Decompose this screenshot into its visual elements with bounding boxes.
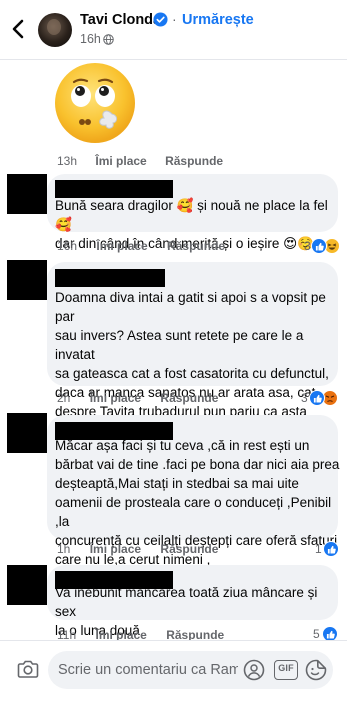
comment-meta: 2h Îmi place Răspunde bbox=[57, 391, 218, 405]
comment-input-pill[interactable]: GIF bbox=[48, 651, 333, 689]
camera-icon[interactable] bbox=[17, 659, 39, 679]
comment-bubble: Doamna diva intai a gatit si apoi s a vo… bbox=[47, 262, 338, 438]
comment-composer: GIF bbox=[0, 640, 347, 717]
separator-dot: · bbox=[172, 11, 177, 27]
globe-icon bbox=[103, 34, 114, 45]
comment-meta: 16h Îmi place Răspunde bbox=[57, 239, 225, 253]
commenter-avatar[interactable] bbox=[7, 260, 47, 300]
reaction-count[interactable]: 5 bbox=[313, 627, 320, 641]
reaction-count[interactable]: 1 bbox=[315, 542, 322, 556]
like-reaction-icon bbox=[311, 238, 327, 254]
commenter-avatar[interactable] bbox=[7, 565, 47, 605]
kissing-face-emoji bbox=[55, 63, 135, 143]
back-arrow-icon[interactable] bbox=[8, 18, 30, 40]
like-reaction-icon bbox=[323, 541, 339, 557]
reply-button[interactable]: Răspunde bbox=[160, 391, 218, 405]
comment-time[interactable]: 2h bbox=[57, 391, 70, 405]
post-header: Tavi Clonda · Urmărește 16h bbox=[0, 0, 347, 60]
comment-input[interactable] bbox=[58, 651, 238, 689]
reaction-count[interactable]: 3 bbox=[301, 391, 308, 405]
reaction-count[interactable]: 3 bbox=[304, 239, 311, 253]
comment-time[interactable]: 13h bbox=[57, 154, 77, 168]
redacted-name bbox=[55, 269, 165, 287]
post-time[interactable]: 16h bbox=[80, 32, 101, 46]
gif-label: GIF bbox=[278, 663, 294, 673]
comment-meta: 1h Îmi place Răspunde bbox=[57, 542, 218, 556]
author-avatar[interactable] bbox=[38, 13, 72, 47]
author-name[interactable]: Tavi Clonda bbox=[80, 12, 161, 28]
reply-button[interactable]: Răspunde bbox=[165, 154, 223, 168]
like-button[interactable]: Îmi place bbox=[95, 154, 146, 168]
reply-button[interactable]: Răspunde bbox=[167, 239, 225, 253]
reply-button[interactable]: Răspunde bbox=[160, 542, 218, 556]
like-button[interactable]: Îmi place bbox=[90, 391, 141, 405]
like-reaction-icon bbox=[309, 390, 325, 406]
avatar-sticker-icon[interactable] bbox=[243, 659, 265, 681]
verified-badge-icon bbox=[153, 12, 168, 27]
like-button[interactable]: Îmi place bbox=[90, 542, 141, 556]
commenter-avatar[interactable] bbox=[7, 413, 47, 453]
comment-time[interactable]: 1h bbox=[57, 542, 70, 556]
comment-bubble: Va inebunit mâncarea toată ziua mâncare … bbox=[47, 565, 338, 638]
gif-icon[interactable]: GIF bbox=[274, 659, 298, 681]
comment-time[interactable]: 16h bbox=[57, 239, 77, 253]
sticker-icon[interactable] bbox=[305, 659, 327, 681]
post-comment-meta: 13h Îmi place Răspunde bbox=[57, 154, 223, 168]
comment-bubble: Bună seara dragilor 🥰 și nouă ne place l… bbox=[47, 174, 338, 251]
commenter-avatar[interactable] bbox=[7, 174, 47, 214]
follow-button[interactable]: Urmărește bbox=[182, 12, 254, 28]
like-button[interactable]: Îmi place bbox=[96, 239, 147, 253]
comment-bubble: Măcar așa faci și tu ceva ,că in rest eș… bbox=[47, 415, 339, 567]
